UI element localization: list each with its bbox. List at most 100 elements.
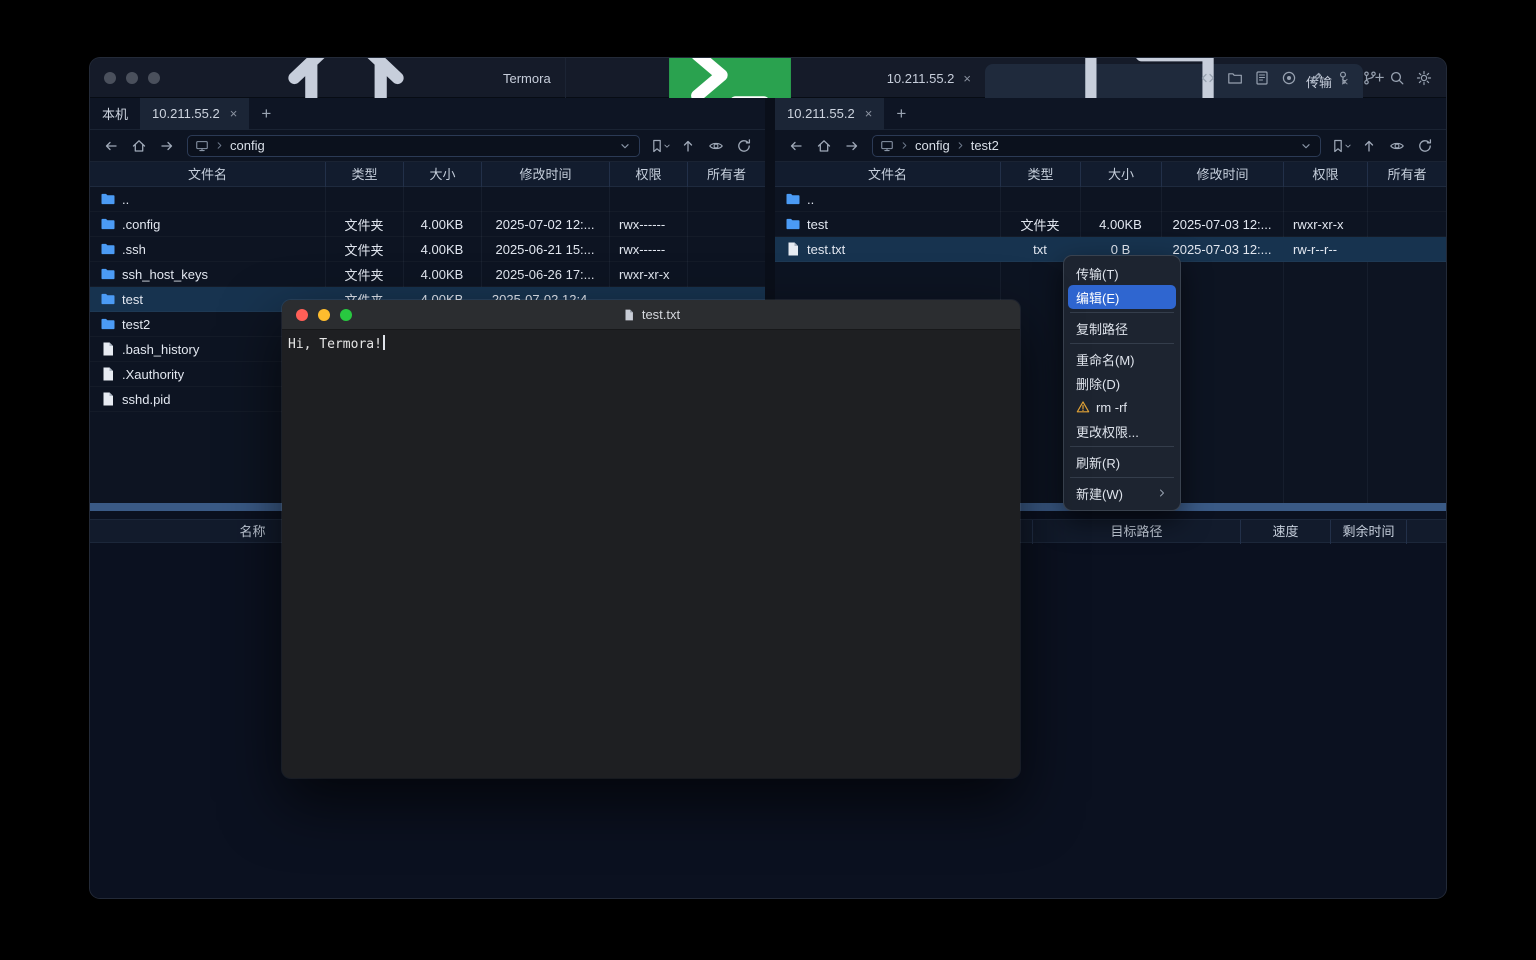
file-name-cell: .. (775, 191, 1000, 207)
search-icon[interactable] (1389, 70, 1405, 86)
context-menu: 传输(T) 编辑(E) 复制路径 重命名(M) 删除(D) rm -rf 更改权… (1063, 255, 1181, 511)
edit-icon[interactable] (1308, 70, 1324, 86)
chevron-down-icon[interactable] (618, 139, 632, 153)
chevron-down-icon[interactable] (1299, 139, 1313, 153)
col-filename[interactable]: 文件名 (90, 162, 325, 187)
col-owner[interactable]: 所有者 (687, 162, 765, 187)
col-remaining-time[interactable]: 剩余时间 (1330, 520, 1406, 544)
breadcrumb-segment[interactable]: test2 (971, 138, 999, 153)
folder-icon[interactable] (1227, 70, 1243, 86)
menu-item-transfer[interactable]: 传输(T) (1068, 261, 1176, 285)
editor-content[interactable]: Hi, Termora! (282, 330, 1020, 357)
col-perm[interactable]: 权限 (1283, 162, 1367, 187)
file-icon (100, 391, 116, 407)
col-owner[interactable]: 所有者 (1367, 162, 1446, 187)
file-row[interactable]: test 文件夹 4.00KB 2025-07-03 12:... rwxr-x… (775, 212, 1446, 237)
close-button[interactable] (104, 72, 116, 84)
minimize-button[interactable] (318, 309, 330, 321)
settings-gear-icon[interactable] (1416, 70, 1432, 86)
record-icon[interactable] (1281, 70, 1297, 86)
col-spacer (1406, 520, 1446, 544)
file-row[interactable]: .ssh 文件夹 4.00KB 2025-06-21 15:... rwx---… (90, 237, 765, 262)
minimize-button[interactable] (126, 72, 138, 84)
refresh-button[interactable] (1412, 134, 1438, 158)
bookmarks-button[interactable] (647, 134, 673, 158)
home-button[interactable] (126, 134, 152, 158)
forward-button[interactable] (154, 134, 180, 158)
back-button[interactable] (783, 134, 809, 158)
cell-mtime: 2025-06-21 15:... (481, 242, 609, 257)
close-tab-icon[interactable]: × (230, 106, 238, 121)
file-row[interactable]: ssh_host_keys 文件夹 4.00KB 2025-06-26 17:.… (90, 262, 765, 287)
menu-item-copy-path[interactable]: 复制路径 (1068, 316, 1176, 340)
close-tab-icon[interactable]: × (963, 71, 971, 86)
editor-window: test.txt Hi, Termora! (282, 300, 1020, 778)
file-row[interactable]: .config 文件夹 4.00KB 2025-07-02 12:... rwx… (90, 212, 765, 237)
folder-icon (785, 191, 801, 207)
tab-label: 本机 (102, 104, 128, 123)
menu-item-edit[interactable]: 编辑(E) (1068, 285, 1176, 309)
menu-item-rename[interactable]: 重命名(M) (1068, 347, 1176, 371)
cell-type: 文件夹 (1000, 215, 1080, 234)
warning-icon (1076, 400, 1090, 414)
menu-separator (1070, 477, 1174, 478)
col-mtime[interactable]: 修改时间 (1161, 162, 1283, 187)
col-size[interactable]: 大小 (1080, 162, 1161, 187)
show-hidden-button[interactable] (703, 134, 729, 158)
editor-window-controls (296, 309, 352, 321)
show-hidden-button[interactable] (1384, 134, 1410, 158)
editor-text: Hi, Termora! (288, 337, 382, 352)
code-icon[interactable] (1200, 70, 1216, 86)
forward-button[interactable] (839, 134, 865, 158)
add-tab-button[interactable]: + (884, 104, 918, 124)
menu-item-change-permissions[interactable]: 更改权限... (1068, 419, 1176, 443)
up-directory-button[interactable] (1356, 134, 1382, 158)
cell-mtime: 2025-07-02 12:... (481, 217, 609, 232)
path-breadcrumb[interactable]: config (187, 135, 640, 157)
path-breadcrumb[interactable]: config test2 (872, 135, 1321, 157)
close-tab-icon[interactable]: × (865, 106, 873, 121)
back-button[interactable] (98, 134, 124, 158)
tab-local-machine[interactable]: 本机 (90, 98, 140, 130)
tab-remote-host[interactable]: 10.211.55.2 × (140, 98, 249, 130)
breadcrumb-segment[interactable]: config (915, 138, 950, 153)
cell-type: txt (1000, 242, 1080, 257)
tab-ssh-session[interactable]: 10.211.55.2 × (565, 58, 985, 98)
journal-icon[interactable] (1254, 70, 1270, 86)
tab-remote-host[interactable]: 10.211.55.2 × (775, 98, 884, 130)
col-type[interactable]: 类型 (1000, 162, 1080, 187)
col-speed[interactable]: 速度 (1240, 520, 1330, 544)
menu-item-new[interactable]: 新建(W) (1068, 481, 1176, 505)
folder-icon (100, 216, 116, 232)
breadcrumb-segment[interactable]: config (230, 138, 265, 153)
menu-separator (1070, 343, 1174, 344)
up-directory-button[interactable] (675, 134, 701, 158)
cell-size: 4.00KB (403, 242, 481, 257)
col-perm[interactable]: 权限 (609, 162, 687, 187)
table-header: 文件名 类型 大小 修改时间 权限 所有者 (775, 162, 1446, 187)
col-target-path[interactable]: 目标路径 (1032, 520, 1240, 544)
zoom-button[interactable] (340, 309, 352, 321)
cell-type: 文件夹 (325, 240, 403, 259)
file-icon (100, 366, 116, 382)
home-button[interactable] (811, 134, 837, 158)
file-row[interactable]: .. (90, 187, 765, 212)
col-filename[interactable]: 文件名 (775, 162, 1000, 187)
file-row[interactable]: .. (775, 187, 1446, 212)
menu-item-delete[interactable]: 删除(D) (1068, 371, 1176, 395)
col-mtime[interactable]: 修改时间 (481, 162, 609, 187)
branch-icon[interactable] (1362, 70, 1378, 86)
close-button[interactable] (296, 309, 308, 321)
refresh-button[interactable] (731, 134, 757, 158)
computer-icon (880, 139, 894, 153)
bookmarks-button[interactable] (1328, 134, 1354, 158)
col-size[interactable]: 大小 (403, 162, 481, 187)
menu-item-refresh[interactable]: 刷新(R) (1068, 450, 1176, 474)
tab-termora-home[interactable]: Termora (182, 58, 565, 98)
key-icon[interactable] (1335, 70, 1351, 86)
menu-item-rm-rf[interactable]: rm -rf (1068, 395, 1176, 419)
col-type[interactable]: 类型 (325, 162, 403, 187)
add-tab-button[interactable]: + (249, 104, 283, 124)
table-header: 文件名 类型 大小 修改时间 权限 所有者 (90, 162, 765, 187)
zoom-button[interactable] (148, 72, 160, 84)
